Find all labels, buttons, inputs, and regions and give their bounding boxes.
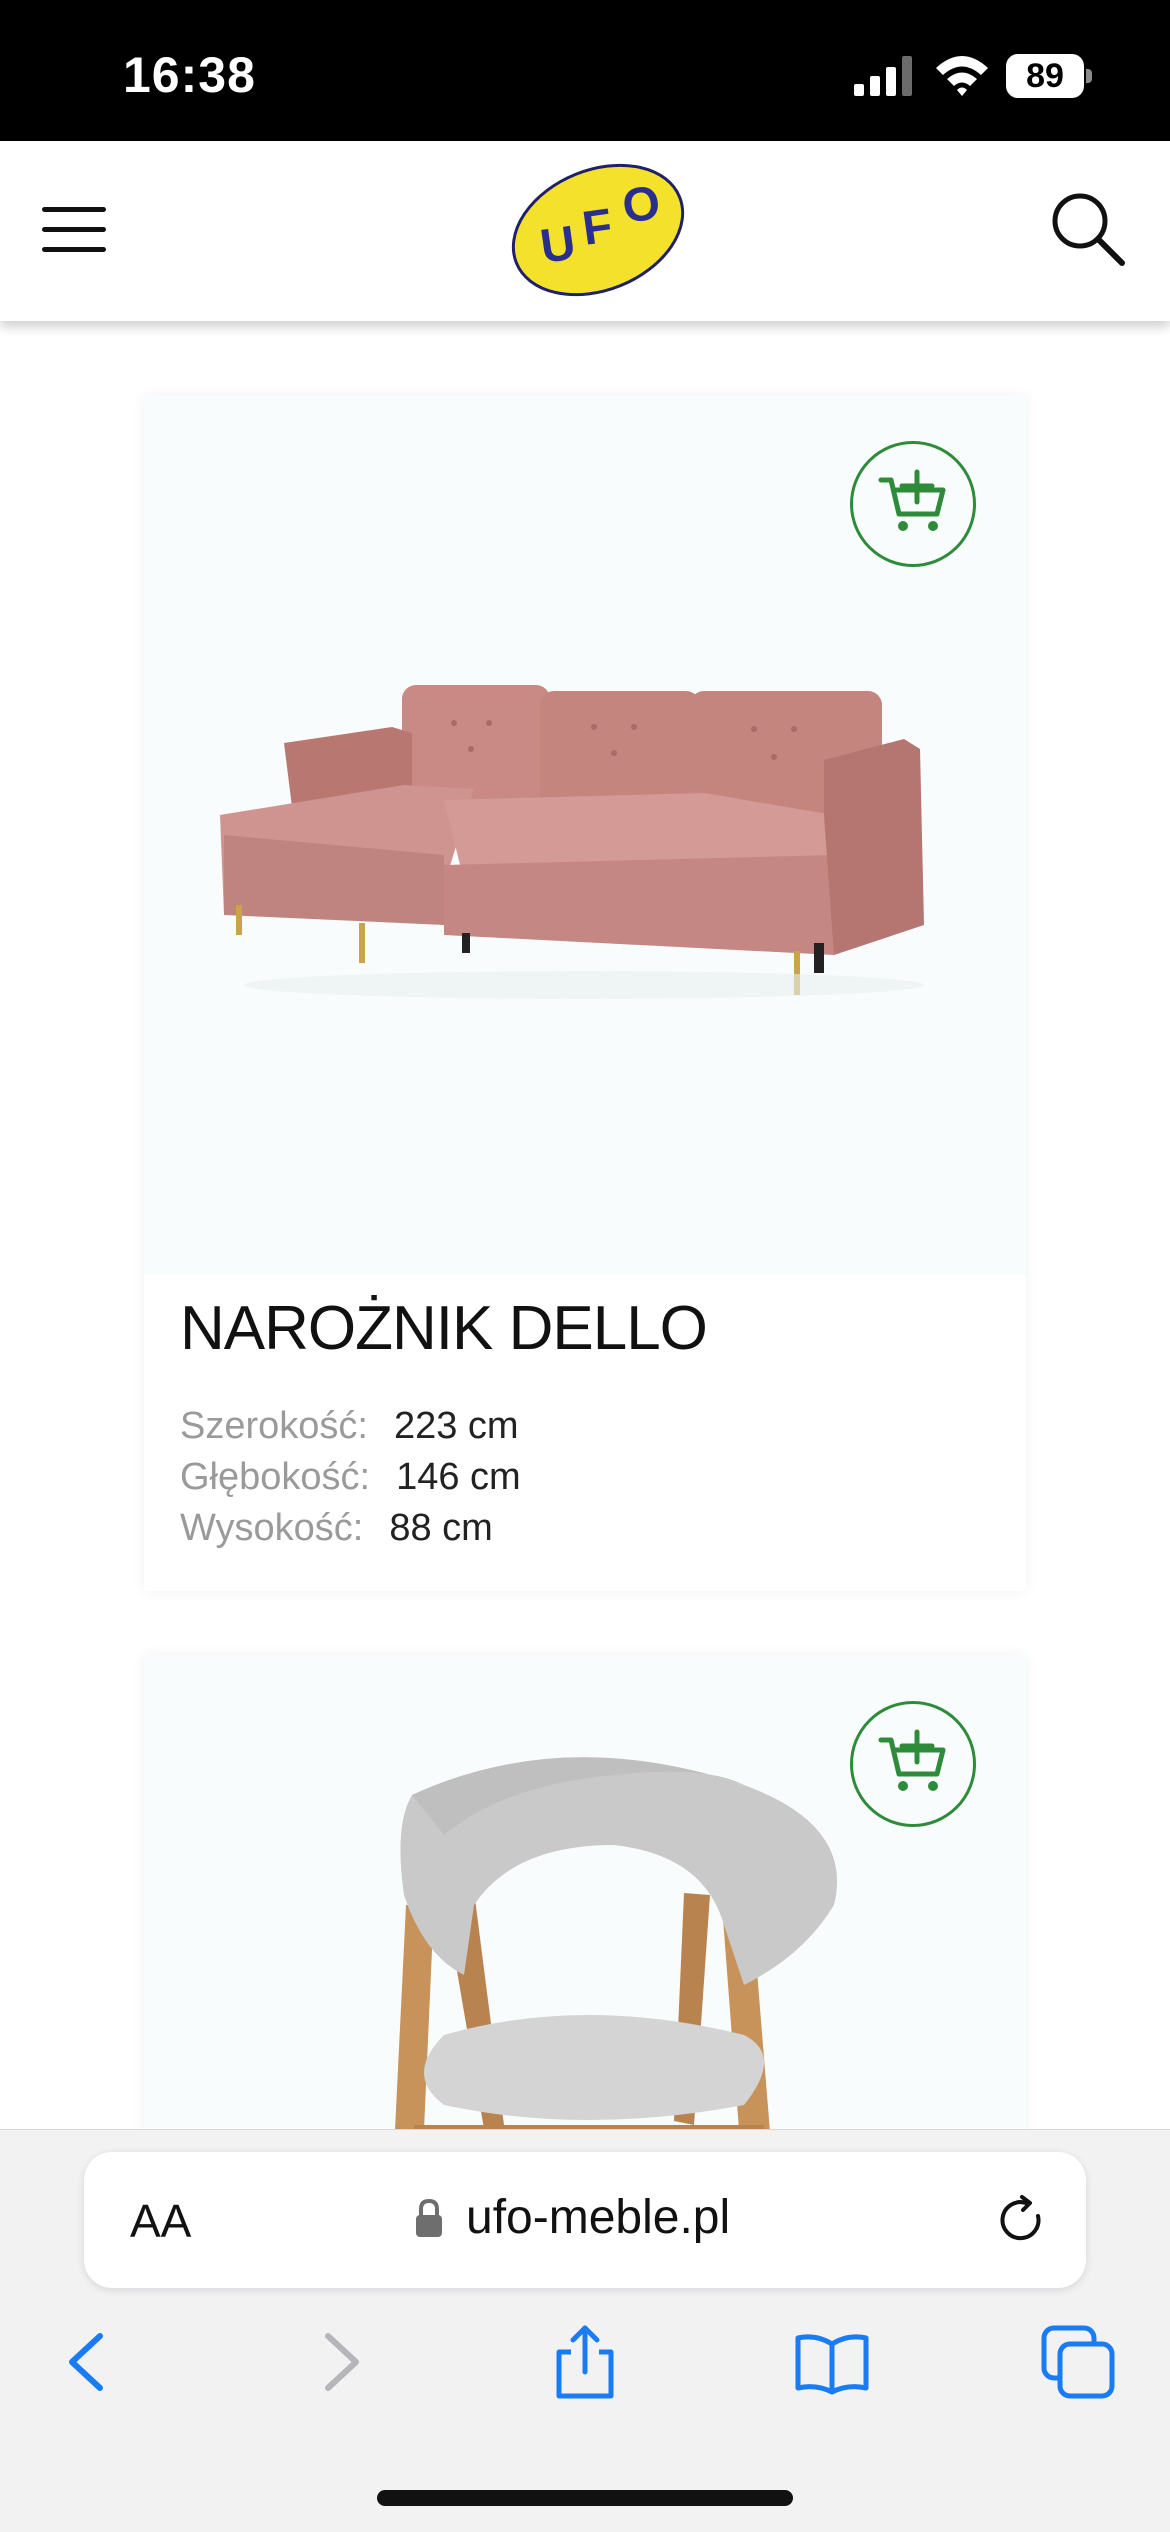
add-to-cart-icon: [878, 1729, 946, 1791]
battery-icon: 89: [1006, 54, 1092, 98]
text-size-label: AA: [130, 2195, 192, 2247]
site-header: U F O: [0, 141, 1170, 321]
reload-icon[interactable]: [996, 2194, 1048, 2246]
spec-value: 88 cm: [389, 1507, 493, 1549]
add-to-cart-icon: [878, 469, 946, 531]
wifi-icon: [936, 56, 988, 96]
text-size-button[interactable]: AA: [130, 2194, 191, 2248]
home-indicator[interactable]: [377, 2490, 793, 2506]
status-bar: 16:38 89: [0, 0, 1170, 141]
product-name[interactable]: NAROŻNIK DELLO: [180, 1293, 708, 1364]
ufo-logo[interactable]: U F O: [505, 155, 691, 305]
browser-toolbar: AA ufo-meble.pl: [0, 2129, 1170, 2532]
share-icon[interactable]: [545, 2322, 625, 2402]
svg-text:O: O: [619, 176, 663, 234]
spec-width: Szerokość: 223 cm: [180, 1401, 521, 1452]
add-to-cart-button[interactable]: [850, 1701, 976, 1827]
product-list: NAROŻNIK DELLO Szerokość: 223 cm Głębokoś…: [0, 321, 1170, 2129]
hamburger-menu-icon[interactable]: [42, 201, 106, 257]
svg-text:U: U: [537, 217, 579, 274]
address-bar[interactable]: AA ufo-meble.pl: [84, 2152, 1086, 2288]
battery-level: 89: [1006, 54, 1084, 98]
lock-icon: [416, 2198, 442, 2237]
forward-icon[interactable]: [300, 2322, 380, 2402]
signal-icon: [854, 56, 912, 96]
spec-label: Wysokość:: [180, 1507, 364, 1549]
spec-label: Szerokość:: [180, 1405, 368, 1447]
search-icon[interactable]: [1048, 189, 1128, 269]
status-time: 16:38: [123, 47, 256, 103]
tabs-icon[interactable]: [1038, 2322, 1118, 2402]
spec-value: 223 cm: [393, 1405, 519, 1447]
product-card[interactable]: NAROŻNIK DELLO Szerokość: 223 cm Głębokoś…: [144, 395, 1026, 1591]
back-icon[interactable]: [48, 2322, 128, 2402]
bookmarks-icon[interactable]: [792, 2322, 872, 2402]
spec-height: Wysokość: 88 cm: [180, 1503, 521, 1554]
product-image[interactable]: [144, 1655, 1026, 2129]
spec-value: 146 cm: [396, 1456, 521, 1498]
product-image[interactable]: [144, 395, 1026, 1275]
product-specs: Szerokość: 223 cm Głębokość: 146 cm Wysoko…: [180, 1401, 521, 1554]
spec-depth: Głębokość: 146 cm: [180, 1452, 521, 1503]
add-to-cart-button[interactable]: [850, 441, 976, 567]
spec-label: Głębokość:: [180, 1456, 371, 1498]
product-card[interactable]: [144, 1655, 1026, 2129]
url-text[interactable]: ufo-meble.pl: [466, 2190, 730, 2245]
